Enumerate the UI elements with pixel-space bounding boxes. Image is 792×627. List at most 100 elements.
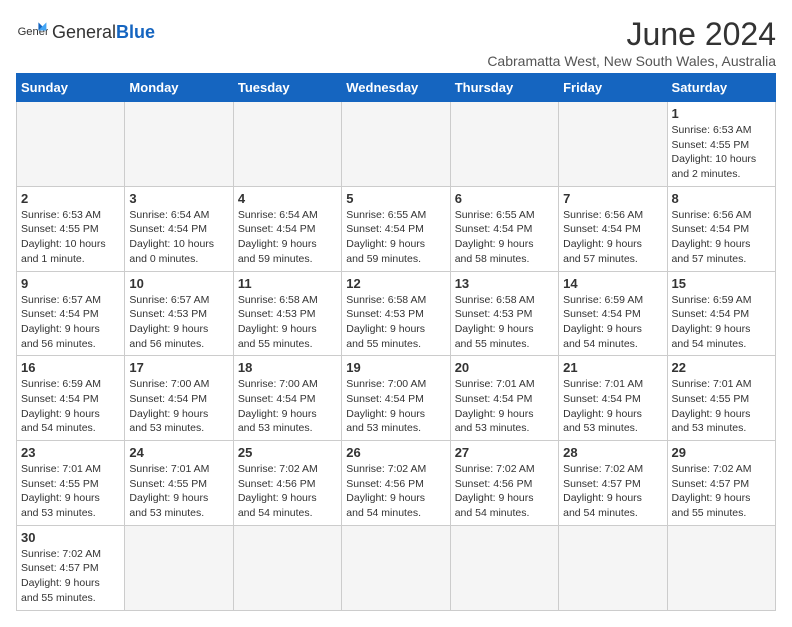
table-row: 3 Sunrise: 6:54 AM Sunset: 4:54 PM Daylig… xyxy=(125,186,233,271)
day-number: 26 xyxy=(346,445,445,460)
day-info: Sunrise: 6:59 AM Sunset: 4:54 PM Dayligh… xyxy=(563,293,662,352)
day-info: Sunrise: 7:02 AM Sunset: 4:57 PM Dayligh… xyxy=(672,462,771,521)
table-row: 10Sunrise: 6:57 AM Sunset: 4:53 PM Dayli… xyxy=(125,271,233,356)
table-row: 20Sunrise: 7:01 AM Sunset: 4:54 PM Dayli… xyxy=(450,356,558,441)
day-number: 18 xyxy=(238,360,337,375)
calendar-week-2: 2 Sunrise: 6:53 AM Sunset: 4:55 PM Daylig… xyxy=(17,186,776,271)
day-number: 21 xyxy=(563,360,662,375)
calendar-week-1: 1Sunrise: 6:53 AM Sunset: 4:55 PM Daylig… xyxy=(17,102,776,187)
day-number: 28 xyxy=(563,445,662,460)
day-info: Sunrise: 6:56 AM Sunset: 4:54 PM Dayligh… xyxy=(563,208,662,267)
day-number: 3 xyxy=(129,191,228,206)
day-number: 13 xyxy=(455,276,554,291)
table-row xyxy=(342,525,450,610)
day-info: Sunrise: 6:58 AM Sunset: 4:53 PM Dayligh… xyxy=(346,293,445,352)
calendar-header-row: Sunday Monday Tuesday Wednesday Thursday… xyxy=(17,74,776,102)
day-number: 4 xyxy=(238,191,337,206)
table-row xyxy=(667,525,775,610)
logo-wordmark: GeneralBlue xyxy=(52,22,155,43)
table-row: 26 Sunrise: 7:02 AM Sunset: 4:56 PM Dayli… xyxy=(342,441,450,526)
day-info: Sunrise: 6:57 AM Sunset: 4:53 PM Dayligh… xyxy=(129,293,228,352)
col-wednesday: Wednesday xyxy=(342,74,450,102)
day-info: Sunrise: 7:02 AM Sunset: 4:57 PM Dayligh… xyxy=(563,462,662,521)
table-row: 14 Sunrise: 6:59 AM Sunset: 4:54 PM Dayli… xyxy=(559,271,667,356)
table-row xyxy=(450,525,558,610)
table-row: 15Sunrise: 6:59 AM Sunset: 4:54 PM Dayli… xyxy=(667,271,775,356)
table-row: 11 Sunrise: 6:58 AM Sunset: 4:53 PM Dayli… xyxy=(233,271,341,356)
col-monday: Monday xyxy=(125,74,233,102)
day-number: 7 xyxy=(563,191,662,206)
table-row xyxy=(125,102,233,187)
table-row xyxy=(559,102,667,187)
col-saturday: Saturday xyxy=(667,74,775,102)
table-row: 1Sunrise: 6:53 AM Sunset: 4:55 PM Daylig… xyxy=(667,102,775,187)
table-row: 16 Sunrise: 6:59 AM Sunset: 4:54 PM Dayli… xyxy=(17,356,125,441)
table-row: 19 Sunrise: 7:00 AM Sunset: 4:54 PM Dayli… xyxy=(342,356,450,441)
day-number: 14 xyxy=(563,276,662,291)
calendar-week-6: 30 Sunrise: 7:02 AM Sunset: 4:57 PM Dayli… xyxy=(17,525,776,610)
table-row xyxy=(559,525,667,610)
calendar-week-3: 9Sunrise: 6:57 AM Sunset: 4:54 PM Daylig… xyxy=(17,271,776,356)
day-info: Sunrise: 7:00 AM Sunset: 4:54 PM Dayligh… xyxy=(129,377,228,436)
day-number: 1 xyxy=(672,106,771,121)
logo: General GeneralBlue xyxy=(16,16,155,48)
day-info: Sunrise: 7:00 AM Sunset: 4:54 PM Dayligh… xyxy=(346,377,445,436)
table-row xyxy=(17,102,125,187)
title-block: June 2024 Cabramatta West, New South Wal… xyxy=(487,16,776,69)
col-thursday: Thursday xyxy=(450,74,558,102)
table-row: 17 Sunrise: 7:00 AM Sunset: 4:54 PM Dayli… xyxy=(125,356,233,441)
calendar-week-5: 23Sunrise: 7:01 AM Sunset: 4:55 PM Dayli… xyxy=(17,441,776,526)
table-row: 27Sunrise: 7:02 AM Sunset: 4:56 PM Dayli… xyxy=(450,441,558,526)
day-info: Sunrise: 6:54 AM Sunset: 4:54 PM Dayligh… xyxy=(129,208,228,267)
day-number: 19 xyxy=(346,360,445,375)
table-row xyxy=(125,525,233,610)
day-number: 2 xyxy=(21,191,120,206)
table-row: 7 Sunrise: 6:56 AM Sunset: 4:54 PM Daylig… xyxy=(559,186,667,271)
day-number: 16 xyxy=(21,360,120,375)
day-info: Sunrise: 6:58 AM Sunset: 4:53 PM Dayligh… xyxy=(238,293,337,352)
day-info: Sunrise: 6:59 AM Sunset: 4:54 PM Dayligh… xyxy=(21,377,120,436)
table-row: 2 Sunrise: 6:53 AM Sunset: 4:55 PM Daylig… xyxy=(17,186,125,271)
day-info: Sunrise: 6:55 AM Sunset: 4:54 PM Dayligh… xyxy=(455,208,554,267)
table-row: 25 Sunrise: 7:02 AM Sunset: 4:56 PM Dayli… xyxy=(233,441,341,526)
table-row: 8Sunrise: 6:56 AM Sunset: 4:54 PM Daylig… xyxy=(667,186,775,271)
day-number: 22 xyxy=(672,360,771,375)
day-info: Sunrise: 6:59 AM Sunset: 4:54 PM Dayligh… xyxy=(672,293,771,352)
day-number: 6 xyxy=(455,191,554,206)
table-row: 12Sunrise: 6:58 AM Sunset: 4:53 PM Dayli… xyxy=(342,271,450,356)
table-row: 4 Sunrise: 6:54 AM Sunset: 4:54 PM Daylig… xyxy=(233,186,341,271)
day-number: 29 xyxy=(672,445,771,460)
day-info: Sunrise: 7:02 AM Sunset: 4:57 PM Dayligh… xyxy=(21,547,120,606)
table-row: 21 Sunrise: 7:01 AM Sunset: 4:54 PM Dayli… xyxy=(559,356,667,441)
day-info: Sunrise: 7:02 AM Sunset: 4:56 PM Dayligh… xyxy=(346,462,445,521)
day-info: Sunrise: 6:54 AM Sunset: 4:54 PM Dayligh… xyxy=(238,208,337,267)
day-info: Sunrise: 6:56 AM Sunset: 4:54 PM Dayligh… xyxy=(672,208,771,267)
table-row: 9Sunrise: 6:57 AM Sunset: 4:54 PM Daylig… xyxy=(17,271,125,356)
day-number: 11 xyxy=(238,276,337,291)
day-number: 27 xyxy=(455,445,554,460)
table-row: 23Sunrise: 7:01 AM Sunset: 4:55 PM Dayli… xyxy=(17,441,125,526)
day-info: Sunrise: 7:02 AM Sunset: 4:56 PM Dayligh… xyxy=(238,462,337,521)
table-row xyxy=(450,102,558,187)
day-info: Sunrise: 7:01 AM Sunset: 4:54 PM Dayligh… xyxy=(563,377,662,436)
table-row xyxy=(342,102,450,187)
day-number: 30 xyxy=(21,530,120,545)
day-info: Sunrise: 6:57 AM Sunset: 4:54 PM Dayligh… xyxy=(21,293,120,352)
calendar-week-4: 16 Sunrise: 6:59 AM Sunset: 4:54 PM Dayli… xyxy=(17,356,776,441)
table-row: 18 Sunrise: 7:00 AM Sunset: 4:54 PM Dayli… xyxy=(233,356,341,441)
table-row xyxy=(233,525,341,610)
col-friday: Friday xyxy=(559,74,667,102)
location-subtitle: Cabramatta West, New South Wales, Austra… xyxy=(487,53,776,69)
day-info: Sunrise: 6:53 AM Sunset: 4:55 PM Dayligh… xyxy=(21,208,120,267)
day-info: Sunrise: 7:00 AM Sunset: 4:54 PM Dayligh… xyxy=(238,377,337,436)
day-number: 23 xyxy=(21,445,120,460)
col-sunday: Sunday xyxy=(17,74,125,102)
day-number: 25 xyxy=(238,445,337,460)
day-number: 17 xyxy=(129,360,228,375)
table-row: 6 Sunrise: 6:55 AM Sunset: 4:54 PM Daylig… xyxy=(450,186,558,271)
logo-blue: Blue xyxy=(116,22,155,42)
page-header: General GeneralBlue June 2024 Cabramatta… xyxy=(16,16,776,69)
table-row: 24Sunrise: 7:01 AM Sunset: 4:55 PM Dayli… xyxy=(125,441,233,526)
day-info: Sunrise: 7:01 AM Sunset: 4:54 PM Dayligh… xyxy=(455,377,554,436)
day-info: Sunrise: 6:58 AM Sunset: 4:53 PM Dayligh… xyxy=(455,293,554,352)
